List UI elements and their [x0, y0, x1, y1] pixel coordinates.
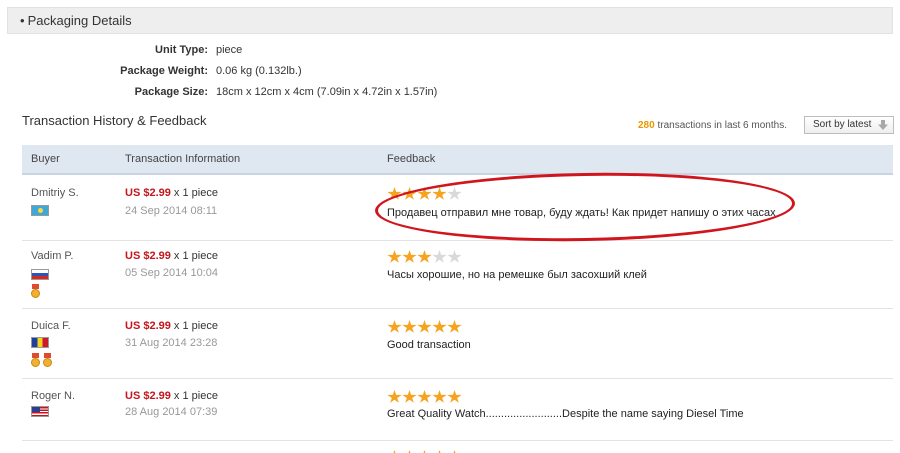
medal-icon: [31, 353, 40, 367]
spec-value: 0.06 kg (0.132lb.): [216, 65, 302, 77]
buyer-name[interactable]: Roger N.: [31, 390, 75, 402]
spec-label: Unit Type:: [155, 44, 208, 56]
column-header-feedback: Feedback: [387, 153, 436, 165]
medal-icon: [31, 284, 40, 298]
transaction-count: 280 transactions in last 6 months.: [638, 120, 787, 131]
transaction-history-title: Transaction History & Feedback: [22, 113, 207, 128]
star-icon: [402, 320, 417, 333]
price-value: US $2.99: [125, 320, 171, 332]
star-empty-icon: [432, 250, 447, 263]
spec-label: Package Weight:: [120, 65, 208, 77]
table-row: Duica F. US $2.99 x 1 piece 31 Aug 2014 …: [22, 309, 893, 379]
star-icon: [402, 390, 417, 403]
feedback-text: Great Quality Watch.....................…: [387, 408, 744, 420]
medal-icon: [43, 353, 52, 367]
romania-flag-icon: [31, 337, 49, 348]
table-row: Vadim P. US $2.99 x 1 piece 05 Sep 2014 …: [22, 241, 893, 309]
star-empty-icon: [447, 250, 462, 263]
spec-package-size: Package Size: 18cm x 12cm x 4cm (7.09in …: [0, 86, 900, 102]
quantity: x 1 piece: [170, 390, 218, 402]
price-value: US $2.99: [125, 187, 171, 199]
star-rating: [387, 390, 462, 404]
transaction-price: US $2.99 x 1 piece: [125, 250, 218, 262]
star-rating: [387, 320, 462, 334]
packaging-details-title: Packaging Details: [27, 13, 132, 28]
star-rating: [387, 250, 462, 264]
column-header-buyer: Buyer: [31, 153, 60, 165]
buyer-name[interactable]: Dmitriy S.: [31, 187, 79, 199]
feedback-text: Часы хорошие, но на ремешке был засохший…: [387, 269, 647, 281]
transaction-price: US $2.99 x 1 piece: [125, 320, 218, 332]
star-icon: [417, 320, 432, 333]
arrow-down-icon: [878, 120, 888, 130]
spec-label: Package Size:: [134, 86, 208, 98]
star-icon: [447, 390, 462, 403]
spec-value: 18cm x 12cm x 4cm (7.09in x 4.72in x 1.5…: [216, 86, 438, 98]
sort-label: Sort by latest: [813, 119, 872, 130]
transaction-date: 31 Aug 2014 23:28: [125, 337, 218, 349]
quantity: x 1 piece: [170, 187, 218, 199]
transaction-date: 24 Sep 2014 08:11: [125, 205, 218, 217]
transaction-price: US $2.99 x 1 piece: [125, 187, 218, 199]
star-icon: [432, 320, 447, 333]
spec-package-weight: Package Weight: 0.06 kg (0.132lb.): [0, 65, 900, 81]
transaction-count-number: 280: [638, 120, 655, 131]
star-icon: [387, 390, 402, 403]
quantity: x 1 piece: [170, 250, 218, 262]
star-icon: [432, 390, 447, 403]
spec-value: piece: [216, 44, 243, 56]
packaging-details-header[interactable]: • Packaging Details: [7, 7, 893, 34]
bullet-icon: •: [20, 13, 25, 28]
price-value: US $2.99: [125, 250, 171, 262]
table-row: Roger N. US $2.99 x 1 piece 28 Aug 2014 …: [22, 379, 893, 441]
price-value: US $2.99: [125, 390, 171, 402]
spec-unit-type: Unit Type: piece: [0, 44, 900, 60]
star-icon: [402, 250, 417, 263]
transaction-date: 05 Sep 2014 10:04: [125, 267, 218, 279]
sort-dropdown[interactable]: Sort by latest: [804, 116, 894, 134]
quantity: x 1 piece: [170, 320, 218, 332]
kazakhstan-flag-icon: [31, 205, 49, 216]
star-icon: [387, 250, 402, 263]
column-header-transaction-information: Transaction Information: [125, 153, 241, 165]
feedback-text: Good transaction: [387, 339, 471, 351]
transaction-price: US $2.99 x 1 piece: [125, 390, 218, 402]
star-icon: [387, 320, 402, 333]
buyer-name[interactable]: Duica F.: [31, 320, 71, 332]
star-icon: [447, 320, 462, 333]
table-header: Buyer Transaction Information Feedback: [22, 145, 893, 175]
star-icon: [417, 250, 432, 263]
star-icon: [417, 390, 432, 403]
usa-flag-icon: [31, 406, 49, 417]
transaction-date: 28 Aug 2014 07:39: [125, 406, 218, 418]
buyer-name[interactable]: Vadim P.: [31, 250, 73, 262]
table-row-partial: [22, 441, 893, 453]
russia-flag-icon: [31, 269, 49, 280]
transaction-count-text: transactions in last 6 months.: [654, 120, 787, 131]
